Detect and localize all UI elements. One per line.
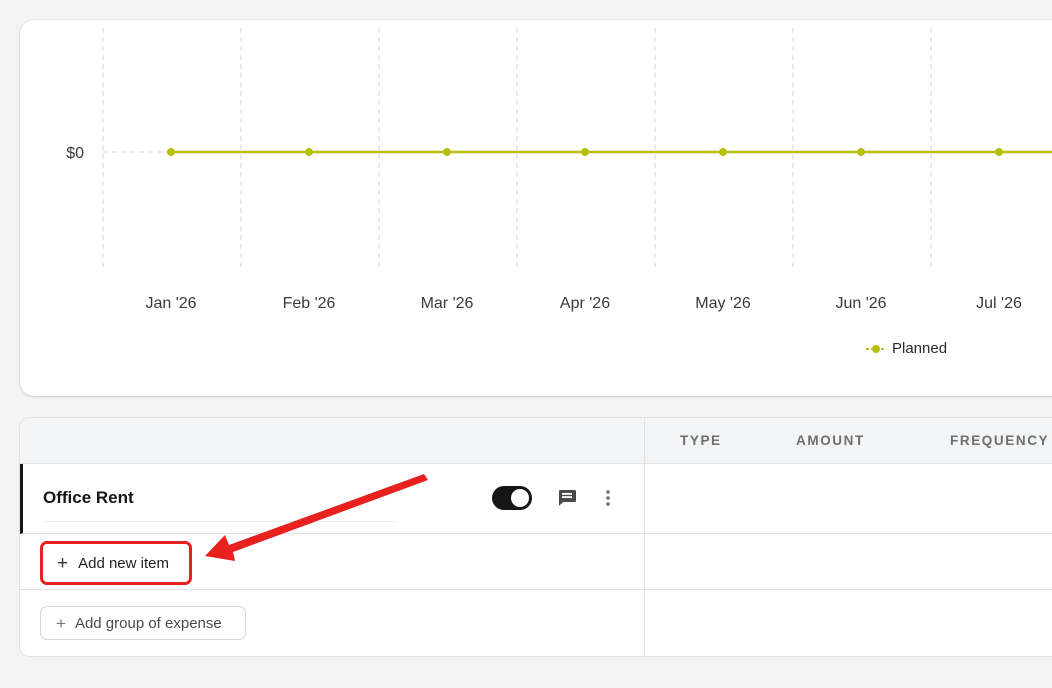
x-tick-label: Jul '26	[976, 295, 1022, 312]
table-header: TYPE AMOUNT FREQUENCY	[20, 418, 1052, 464]
comment-icon[interactable]	[556, 488, 578, 508]
expense-table: TYPE AMOUNT FREQUENCY Office Rent + Add …	[20, 418, 1052, 656]
toggle-knob	[511, 489, 529, 507]
chart-card: $0 Jan '26 Feb '26 Mar '26 Apr '26 May '26 Jun…	[20, 20, 1052, 396]
data-point-planned	[167, 148, 175, 156]
x-tick-label: Feb '26	[283, 295, 336, 312]
add-group-label: Add group of expense	[74, 614, 222, 632]
plus-icon: +	[56, 613, 66, 633]
legend-label: Planned	[892, 340, 948, 357]
column-type[interactable]: TYPE	[680, 433, 722, 448]
more-vertical-icon[interactable]	[601, 486, 615, 510]
add-new-item-button[interactable]: + Add new item	[40, 541, 192, 585]
data-point-planned	[719, 148, 727, 156]
data-point-planned	[443, 148, 451, 156]
expense-group-row-details	[645, 464, 1052, 534]
x-tick-label: May '26	[695, 295, 751, 312]
column-frequency[interactable]: FREQUENCY	[950, 433, 1049, 448]
add-group-button[interactable]: + Add group of expense	[40, 606, 246, 640]
group-name-underline	[43, 521, 395, 522]
data-point-planned	[995, 148, 1003, 156]
data-point-planned	[857, 148, 865, 156]
add-item-row: + Add new item	[20, 534, 644, 590]
x-tick-label: Jan '26	[145, 295, 196, 312]
x-tick-label: Mar '26	[421, 295, 474, 312]
x-tick-label: Jun '26	[835, 295, 886, 312]
group-toggle[interactable]	[492, 486, 532, 510]
group-name[interactable]: Office Rent	[43, 488, 134, 508]
plus-icon: +	[57, 552, 69, 574]
y-tick-label: $0	[66, 145, 84, 162]
data-point-planned	[581, 148, 589, 156]
add-item-row-details	[645, 534, 1052, 590]
x-tick-label: Apr '26	[560, 295, 610, 312]
add-new-item-label: Add new item	[78, 554, 169, 572]
column-amount[interactable]: AMOUNT	[796, 433, 865, 448]
expense-group-row[interactable]: Office Rent	[20, 464, 644, 534]
data-point-planned	[305, 148, 313, 156]
legend-swatch-icon	[866, 344, 886, 353]
chart-legend[interactable]: Planned	[866, 340, 947, 357]
